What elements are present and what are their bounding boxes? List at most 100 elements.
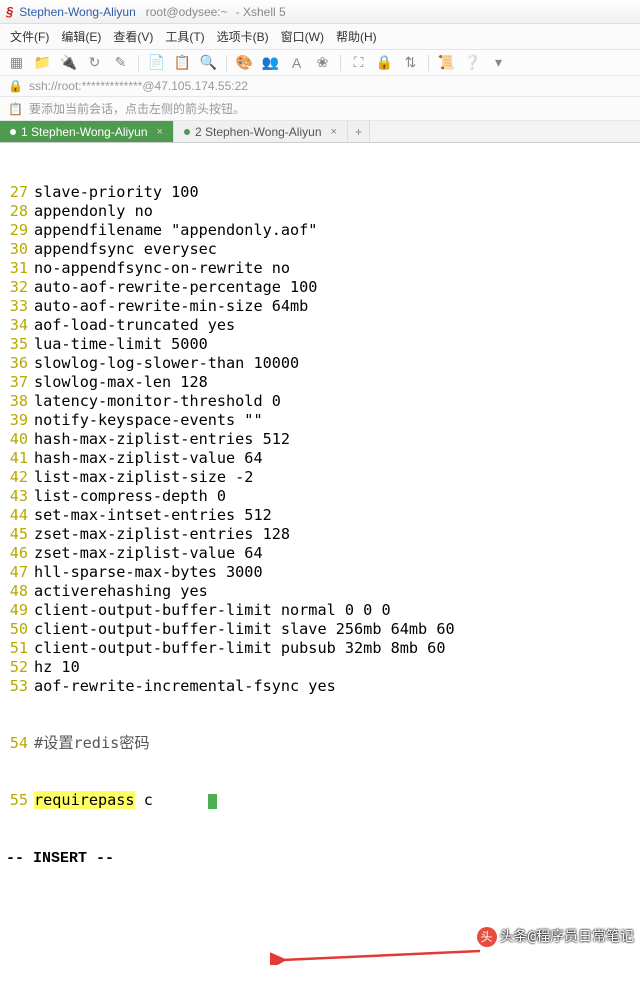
line-number: 33: [0, 297, 34, 316]
disconnect-icon[interactable]: 🔌: [60, 54, 77, 71]
terminal-line: 49client-output-buffer-limit normal 0 0 …: [0, 601, 640, 620]
terminal-line: 32auto-aof-rewrite-percentage 100: [0, 278, 640, 297]
line-number: 52: [0, 658, 34, 677]
open-icon[interactable]: 📁: [34, 54, 51, 71]
address-bar: ssh://root:*************@47.105.174.55:2…: [0, 76, 640, 97]
line-text: requirepass c: [34, 791, 217, 810]
line-number: 43: [0, 487, 34, 506]
address-text[interactable]: ssh://root:*************@47.105.174.55:2…: [29, 79, 248, 93]
copy-icon[interactable]: 📄: [148, 54, 165, 71]
line-number: 46: [0, 544, 34, 563]
line-text: hash-max-ziplist-value 64: [34, 449, 263, 468]
terminal-line: 30appendfsync everysec: [0, 240, 640, 259]
watermark: 头头条@程序员日常笔记: [443, 908, 634, 966]
terminal-line: 43list-compress-depth 0: [0, 487, 640, 506]
menu-file[interactable]: 文件(F): [10, 28, 49, 45]
title-app: - Xshell 5: [236, 5, 286, 19]
session-tab-2[interactable]: 2 Stephen-Wong-Aliyun ×: [174, 121, 348, 142]
menu-edit[interactable]: 编辑(E): [61, 28, 101, 45]
reconnect-icon[interactable]: ↻: [86, 54, 103, 71]
paste-icon[interactable]: 📋: [174, 54, 191, 71]
help-icon[interactable]: ❔: [464, 54, 481, 71]
terminal-line: 54 #设置redis密码: [0, 734, 640, 753]
terminal-line: 39notify-keyspace-events "": [0, 411, 640, 430]
terminal-line: 35lua-time-limit 5000: [0, 335, 640, 354]
script-icon[interactable]: 📜: [438, 54, 455, 71]
new-session-icon[interactable]: ▦: [8, 54, 25, 71]
close-icon[interactable]: ×: [331, 126, 337, 138]
line-number: 40: [0, 430, 34, 449]
add-tab-button[interactable]: +: [348, 121, 370, 142]
color-icon[interactable]: 🎨: [236, 54, 253, 71]
close-icon[interactable]: ×: [157, 126, 163, 138]
terminal-line: 48activerehashing yes: [0, 582, 640, 601]
terminal-line-password: 55 requirepass c: [0, 791, 640, 810]
session-tab-1[interactable]: 1 Stephen-Wong-Aliyun ×: [0, 121, 174, 142]
line-text: zset-max-ziplist-entries 128: [34, 525, 290, 544]
ssh-lock-icon: [8, 79, 23, 93]
title-bar: § Stephen-Wong-Aliyun root@odysee:~ - Xs…: [0, 0, 640, 24]
line-number: 51: [0, 639, 34, 658]
line-number: 27: [0, 183, 34, 202]
transfer-icon[interactable]: ⇅: [402, 54, 419, 71]
tab-label: 2 Stephen-Wong-Aliyun: [195, 125, 322, 139]
properties-icon[interactable]: ✎: [112, 54, 129, 71]
menu-help[interactable]: 帮助(H): [336, 28, 377, 45]
terminal-line: 52hz 10: [0, 658, 640, 677]
line-text: aof-load-truncated yes: [34, 316, 235, 335]
annotation-arrow-icon: [233, 926, 453, 946]
menu-window[interactable]: 窗口(W): [281, 28, 324, 45]
fullscreen-icon[interactable]: ⛶: [350, 54, 367, 71]
line-text: aof-rewrite-incremental-fsync yes: [34, 677, 336, 696]
line-number: 37: [0, 373, 34, 392]
watermark-logo-icon: 头: [477, 927, 497, 947]
dropdown-icon[interactable]: ▾: [490, 54, 507, 71]
terminal-line: 28appendonly no: [0, 202, 640, 221]
menu-tabs[interactable]: 选项卡(B): [217, 28, 269, 45]
line-text: client-output-buffer-limit slave 256mb 6…: [34, 620, 455, 639]
line-number: 55: [0, 791, 34, 810]
line-text: list-max-ziplist-size -2: [34, 468, 253, 487]
terminal-line: 45zset-max-ziplist-entries 128: [0, 525, 640, 544]
line-number: 36: [0, 354, 34, 373]
line-text: zset-max-ziplist-value 64: [34, 544, 263, 563]
line-text: slowlog-max-len 128: [34, 373, 208, 392]
terminal-line: 46zset-max-ziplist-value 64: [0, 544, 640, 563]
terminal-line: 29appendfilename "appendonly.aof": [0, 221, 640, 240]
hint-text: 要添加当前会话，点击左侧的箭头按钮。: [29, 100, 245, 117]
line-number: 35: [0, 335, 34, 354]
line-text: hash-max-ziplist-entries 512: [34, 430, 290, 449]
tab-label: 1 Stephen-Wong-Aliyun: [21, 125, 148, 139]
line-text: activerehashing yes: [34, 582, 208, 601]
toolbar-sep: [138, 55, 139, 71]
title-session: Stephen-Wong-Aliyun: [19, 5, 136, 19]
line-text: appendonly no: [34, 202, 153, 221]
menu-view[interactable]: 查看(V): [113, 28, 153, 45]
users-icon[interactable]: 👥: [262, 54, 279, 71]
find-icon[interactable]: 🔍: [200, 54, 217, 71]
line-text: appendfilename "appendonly.aof": [34, 221, 317, 240]
line-text: lua-time-limit 5000: [34, 335, 208, 354]
terminal-line: 38latency-monitor-threshold 0: [0, 392, 640, 411]
line-text: notify-keyspace-events "": [34, 411, 263, 430]
line-number: 50: [0, 620, 34, 639]
terminal-line: 27slave-priority 100: [0, 183, 640, 202]
line-number: 34: [0, 316, 34, 335]
terminal-pane[interactable]: 27slave-priority 10028appendonly no29app…: [0, 143, 640, 968]
line-text: hz 10: [34, 658, 80, 677]
terminal-line: 33auto-aof-rewrite-min-size 64mb: [0, 297, 640, 316]
line-text: auto-aof-rewrite-percentage 100: [34, 278, 317, 297]
menu-tools[interactable]: 工具(T): [165, 28, 204, 45]
line-text: client-output-buffer-limit normal 0 0 0: [34, 601, 391, 620]
line-text: slowlog-log-slower-than 10000: [34, 354, 299, 373]
line-number: 53: [0, 677, 34, 696]
line-number: 31: [0, 259, 34, 278]
terminal-line: 47hll-sparse-max-bytes 3000: [0, 563, 640, 582]
highlight-keyword: requirepass: [34, 791, 135, 809]
font-icon[interactable]: A: [288, 54, 305, 71]
line-text: list-compress-depth 0: [34, 487, 226, 506]
encoding-icon[interactable]: ❀: [314, 54, 331, 71]
line-text: auto-aof-rewrite-min-size 64mb: [34, 297, 308, 316]
terminal-line: 42list-max-ziplist-size -2: [0, 468, 640, 487]
lock-icon[interactable]: 🔒: [376, 54, 393, 71]
